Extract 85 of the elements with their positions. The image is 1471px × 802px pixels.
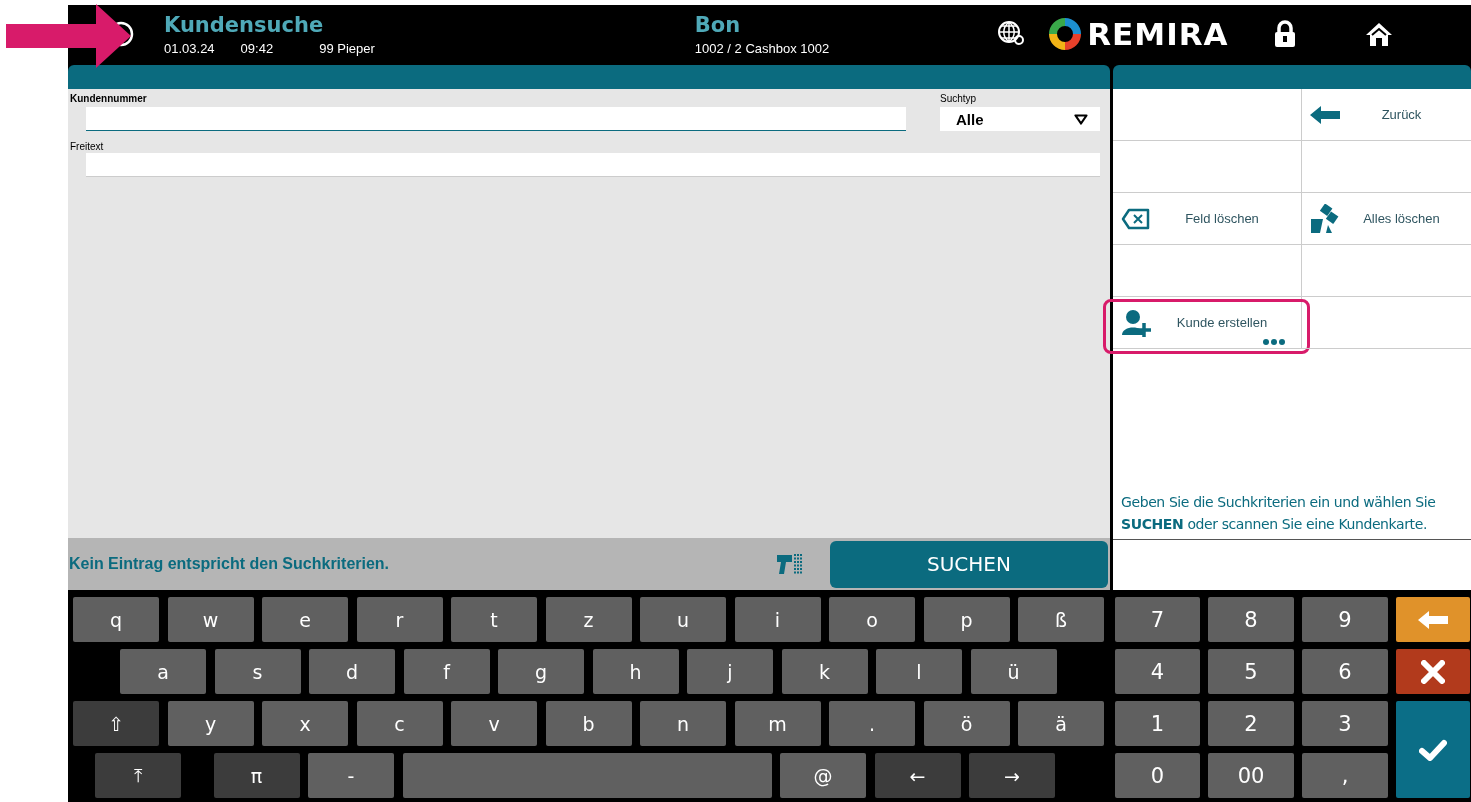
field-label: Suchtyp — [940, 93, 977, 104]
field-label: Kundennummer — [70, 93, 147, 104]
lock-icon[interactable] — [1272, 20, 1297, 48]
barcode-scanner-icon[interactable] — [776, 552, 802, 576]
search-button[interactable]: SUCHEN — [830, 540, 1108, 588]
keyboard-key[interactable]: ü — [970, 649, 1057, 694]
logo-text: REMIRA — [1087, 16, 1229, 52]
numpad-key[interactable]: 5 — [1208, 649, 1294, 694]
dropdown-caret-icon — [1074, 113, 1088, 125]
keyboard-key[interactable]: l — [876, 649, 962, 694]
keyboard-key[interactable]: f — [403, 649, 490, 694]
keyboard-key[interactable]: a — [120, 649, 206, 694]
screen-title: Kundensuche — [164, 12, 325, 37]
keyboard-key[interactable]: ⇧ — [73, 701, 159, 746]
date-text: 01.03.24 — [164, 40, 215, 56]
keyboard-key[interactable]: . — [829, 701, 915, 746]
field-label: Freitext — [70, 141, 104, 152]
numpad-key[interactable]: , — [1302, 753, 1388, 798]
user-text: 99 Pieper — [319, 40, 375, 56]
register-text: 1002 / 2 Cashbox 1002 — [694, 40, 830, 56]
arrow-left-icon — [1418, 610, 1448, 629]
close-icon — [1421, 659, 1445, 684]
numpad-key[interactable]: 0 — [1115, 753, 1200, 798]
numpad-key[interactable]: 9 — [1302, 597, 1388, 642]
keyboard-key[interactable]: ä — [1018, 701, 1104, 746]
keyboard-key[interactable]: g — [498, 649, 584, 694]
keyboard-key[interactable]: d — [309, 649, 395, 694]
keyboard-key[interactable]: ö — [923, 701, 1010, 746]
numpad-key[interactable]: 1 — [1115, 701, 1200, 746]
keyboard-key[interactable]: o — [829, 597, 915, 642]
keyboard-key[interactable]: h — [592, 649, 679, 694]
logo-ring-icon — [1047, 16, 1084, 52]
keyboard-key[interactable]: ß — [1018, 597, 1104, 642]
numpad-key[interactable]: 2 — [1208, 701, 1294, 746]
time-text: 09:42 — [240, 40, 274, 56]
globe-icon[interactable] — [997, 20, 1026, 48]
numpad-key[interactable]: 4 — [1115, 649, 1200, 694]
keyboard-key[interactable]: ⤒ — [95, 753, 181, 798]
keyboard-key[interactable]: t — [451, 597, 537, 642]
numpad-key[interactable]: 8 — [1208, 597, 1294, 642]
status-message: Kein Eintrag entspricht den Suchkriterien. — [69, 555, 391, 573]
user-plus-icon — [1121, 308, 1151, 337]
keyboard-key[interactable]: q — [73, 597, 159, 642]
action-button[interactable]: Zurück — [1310, 89, 1463, 140]
action-button[interactable]: Kunde erstellen — [1121, 297, 1293, 348]
free-text-field[interactable] — [86, 153, 1100, 177]
keyboard-key[interactable]: k — [781, 649, 868, 694]
shapes-icon — [1310, 203, 1340, 234]
keyboard-key[interactable]: x — [262, 701, 348, 746]
keyboard-key[interactable]: w — [167, 597, 254, 642]
arrow-left-icon — [1310, 105, 1340, 124]
action-button[interactable]: Feld löschen — [1121, 193, 1293, 244]
numpad-key[interactable]: 7 — [1115, 597, 1200, 642]
keyboard-key[interactable]: m — [734, 701, 821, 746]
keyboard-key[interactable]: ← — [874, 753, 961, 798]
numpad-key[interactable]: 00 — [1208, 753, 1294, 798]
keyboard-key[interactable]: p — [923, 597, 1010, 642]
keyboard-key[interactable]: r — [356, 597, 443, 642]
keyboard-key[interactable]: y — [167, 701, 254, 746]
document-title: Bon — [694, 12, 742, 37]
keyboard-key[interactable]: b — [545, 701, 632, 746]
checkmark-icon — [1419, 738, 1447, 761]
numpad-key[interactable]: 3 — [1302, 701, 1388, 746]
cancel-button[interactable] — [1396, 649, 1470, 694]
search-type-dropdown[interactable]: Alle — [940, 107, 1100, 131]
confirm-button[interactable] — [1396, 701, 1470, 798]
keyboard-key[interactable]: e — [262, 597, 348, 642]
keyboard-key[interactable]: s — [214, 649, 301, 694]
keyboard-key[interactable]: u — [640, 597, 726, 642]
home-icon[interactable] — [1364, 21, 1393, 47]
keyboard-key[interactable]: n — [640, 701, 726, 746]
action-button[interactable]: Alles löschen — [1310, 193, 1463, 244]
keyboard-key[interactable]: π — [213, 753, 300, 798]
customer-number-field[interactable] — [86, 107, 906, 131]
keyboard-key[interactable]: - — [308, 753, 394, 798]
numpad-key[interactable]: 6 — [1302, 649, 1388, 694]
keyboard-key[interactable]: j — [687, 649, 773, 694]
keyboard-key[interactable]: c — [356, 701, 443, 746]
keyboard-key[interactable]: z — [545, 597, 632, 642]
keyboard-key[interactable]: → — [969, 753, 1055, 798]
help-text: Geben Sie die Suchkriterien ein und wählen Sie SUCHEN oder scannen Sie eine Kundenkarte. — [1120, 493, 1437, 534]
keyboard-key[interactable]: i — [734, 597, 821, 642]
keyboard-key[interactable]: v — [451, 701, 537, 746]
backspace-icon — [1121, 207, 1151, 230]
keyboard-key[interactable]: @ — [780, 753, 866, 798]
